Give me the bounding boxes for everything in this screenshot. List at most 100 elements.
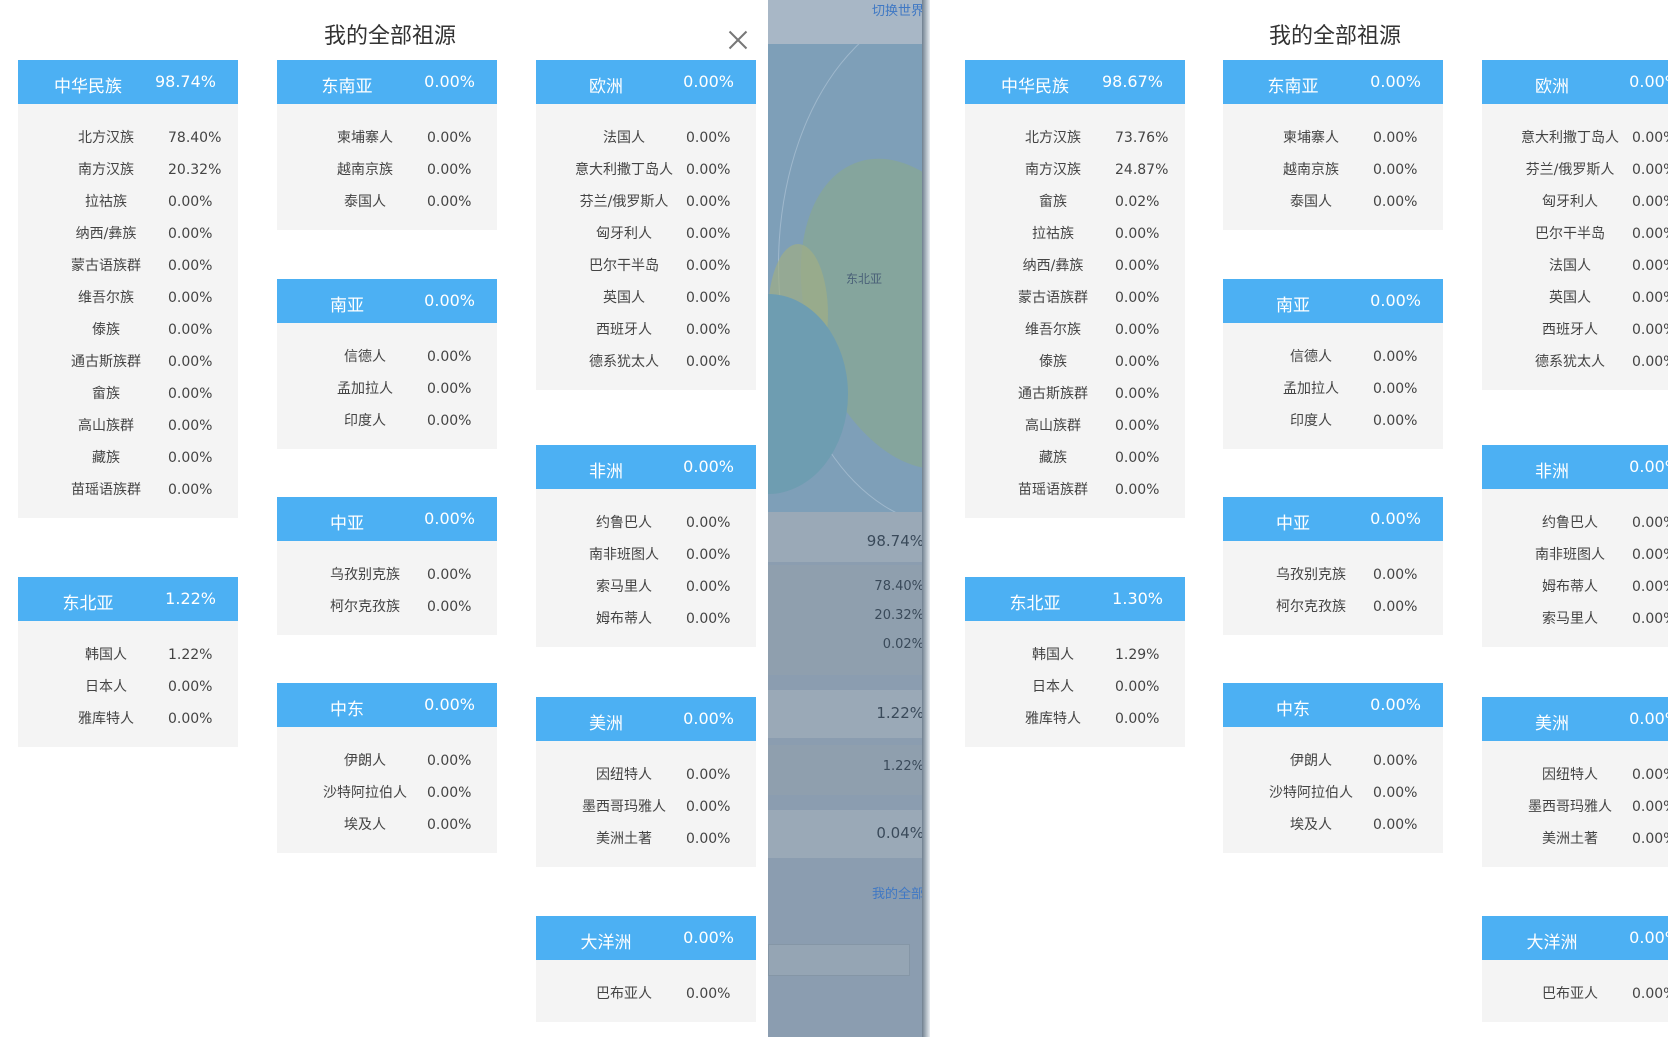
population-row: 韩国人 1.29%: [965, 639, 1185, 671]
region-card: 中东 0.00% 伊朗人 0.00% 沙特阿拉伯人 0.00% 埃及人 0.00%: [1223, 683, 1443, 853]
population-row: 英国人0.00%: [1482, 282, 1668, 314]
population-row: 孟加拉人 0.00%: [277, 373, 497, 405]
region-card-header[interactable]: 中亚 0.00%: [277, 497, 497, 541]
population-row: 墨西哥玛雅人0.00%: [536, 791, 756, 823]
population-percentage: 0.00%: [1632, 611, 1668, 627]
population-percentage: 0.00%: [1115, 226, 1160, 242]
region-card: 中亚 0.00% 乌孜别克族 0.00% 柯尔克孜族 0.00%: [277, 497, 497, 635]
population-row: 南方汉族 20.32%: [18, 154, 238, 186]
region-card-header[interactable]: 非洲 0.00%: [1482, 445, 1668, 489]
region-percentage: 0.00%: [683, 457, 734, 476]
region-card-header[interactable]: 非洲 0.00%: [536, 445, 756, 489]
region-card-header[interactable]: 中东 0.00%: [277, 683, 497, 727]
region-card: 中华民族 98.67% 北方汉族 73.76% 南方汉族 24.87% 畲族 0.02% 拉祜族…: [965, 60, 1185, 518]
population-percentage: 0.00%: [427, 381, 472, 397]
region-card-header[interactable]: 大洋洲 0.00%: [536, 916, 756, 960]
region-percentage: 0.00%: [683, 72, 734, 91]
region-card: 美洲 0.00% 因纽特人0.00%墨西哥玛雅人0.00%美洲土著0.00%: [1482, 697, 1668, 867]
population-row: 埃及人 0.00%: [277, 809, 497, 841]
region-card-header[interactable]: 大洋洲 0.00%: [1482, 916, 1668, 960]
region-percentage: 98.74%: [154, 72, 216, 91]
region-card-header[interactable]: 东北亚 1.22%: [18, 577, 238, 621]
population-percentage: 0.00%: [686, 986, 731, 1002]
population-row: 芬兰/俄罗斯人0.00%: [1482, 154, 1668, 186]
region-name: 大洋洲: [1526, 933, 1578, 953]
region-name: 中亚: [1276, 514, 1310, 534]
region-card-body: 因纽特人0.00%墨西哥玛雅人0.00%美洲土著0.00%: [1482, 741, 1668, 867]
population-percentage: 0.00%: [1115, 482, 1160, 498]
population-percentage: 24.87%: [1115, 162, 1169, 178]
region-name: 南亚: [1276, 296, 1310, 316]
region-percentage: 0.00%: [683, 709, 734, 728]
population-percentage: 0.00%: [1373, 785, 1418, 801]
background-map: 东北亚: [768, 44, 928, 512]
population-percentage: 0.00%: [686, 354, 731, 370]
region-card-body: 韩国人 1.29% 日本人 0.00% 雅库特人 0.00%: [965, 621, 1185, 747]
population-row: 伊朗人 0.00%: [277, 745, 497, 777]
population-row: 蒙古语族群 0.00%: [965, 282, 1185, 314]
population-percentage: 0.00%: [1632, 226, 1668, 242]
population-row: 西班牙人0.00%: [1482, 314, 1668, 346]
region-name: 美洲: [589, 714, 623, 734]
population-row: 索马里人0.00%: [1482, 603, 1668, 635]
region-card: 东南亚 0.00% 柬埔寨人 0.00% 越南京族 0.00% 泰国人 0.00%: [277, 60, 497, 230]
region-card-body: 乌孜别克族 0.00% 柯尔克孜族 0.00%: [277, 541, 497, 635]
population-row: 泰国人 0.00%: [1223, 186, 1443, 218]
population-row: 法国人0.00%: [1482, 250, 1668, 282]
population-row: 墨西哥玛雅人0.00%: [1482, 791, 1668, 823]
region-card-body: 北方汉族 78.40% 南方汉族 20.32% 拉祜族 0.00% 纳西/彝族 0.00% 蒙古…: [18, 104, 238, 518]
population-percentage: 0.00%: [168, 418, 213, 434]
region-name: 非洲: [1535, 462, 1569, 482]
population-row: 维吾尔族 0.00%: [18, 282, 238, 314]
background-row: 0.04%: [768, 810, 928, 858]
region-card-body: 柬埔寨人 0.00% 越南京族 0.00% 泰国人 0.00%: [277, 104, 497, 230]
region-card-header[interactable]: 欧洲 0.00%: [536, 60, 756, 104]
region-card: 中东 0.00% 伊朗人 0.00% 沙特阿拉伯人 0.00% 埃及人 0.00%: [277, 683, 497, 853]
panel-title: 我的全部祖源: [1268, 24, 1401, 49]
background-row: 1.22%: [768, 690, 928, 738]
region-name: 东南亚: [321, 77, 373, 97]
population-row: 柬埔寨人 0.00%: [277, 122, 497, 154]
region-card-header[interactable]: 中华民族 98.67%: [965, 60, 1185, 104]
close-icon[interactable]: [1660, 17, 1668, 63]
region-name: 美洲: [1535, 714, 1569, 734]
close-icon[interactable]: [715, 17, 761, 63]
region-percentage: 0.00%: [1629, 709, 1668, 728]
region-percentage: 1.30%: [1112, 589, 1163, 608]
region-card-header[interactable]: 南亚 0.00%: [1223, 279, 1443, 323]
population-row: 巴布亚人0.00%: [536, 978, 756, 1010]
region-card-header[interactable]: 中东 0.00%: [1223, 683, 1443, 727]
region-card-header[interactable]: 东南亚 0.00%: [1223, 60, 1443, 104]
region-percentage: 0.00%: [424, 509, 475, 528]
population-percentage: 0.00%: [1373, 130, 1418, 146]
population-row: 伊朗人 0.00%: [1223, 745, 1443, 777]
population-row: 德系犹太人0.00%: [536, 346, 756, 378]
region-percentage: 0.00%: [1370, 72, 1421, 91]
region-card: 东北亚 1.30% 韩国人 1.29% 日本人 0.00% 雅库特人 0.00%: [965, 577, 1185, 747]
region-percentage: 0.00%: [1370, 509, 1421, 528]
population-percentage: 0.00%: [1373, 413, 1418, 429]
region-card-header[interactable]: 南亚 0.00%: [277, 279, 497, 323]
population-row: 傣族 0.00%: [18, 314, 238, 346]
region-percentage: 0.00%: [424, 72, 475, 91]
region-card-header[interactable]: 欧洲 0.00%: [1482, 60, 1668, 104]
population-percentage: 0.00%: [686, 611, 731, 627]
population-percentage: 0.00%: [686, 799, 731, 815]
population-row: 匈牙利人0.00%: [536, 218, 756, 250]
background-page: 切换世界 东北亚 98.74% 78.40% 20.32% 0.02% 1.22…: [768, 0, 928, 1037]
population-row: 纳西/彝族 0.00%: [965, 250, 1185, 282]
region-card-header[interactable]: 东北亚 1.30%: [965, 577, 1185, 621]
population-row: 越南京族 0.00%: [277, 154, 497, 186]
region-name: 东北亚: [1009, 594, 1061, 614]
population-percentage: 0.00%: [1632, 194, 1668, 210]
region-card-header[interactable]: 中亚 0.00%: [1223, 497, 1443, 541]
region-card-header[interactable]: 美洲 0.00%: [1482, 697, 1668, 741]
region-card-header[interactable]: 中华民族 98.74%: [18, 60, 238, 104]
population-percentage: 0.00%: [1632, 322, 1668, 338]
region-card-header[interactable]: 美洲 0.00%: [536, 697, 756, 741]
population-row: 印度人 0.00%: [277, 405, 497, 437]
region-card-header[interactable]: 东南亚 0.00%: [277, 60, 497, 104]
region-card: 中华民族 98.74% 北方汉族 78.40% 南方汉族 20.32% 拉祜族 0.00% 纳西…: [18, 60, 238, 518]
population-row: 雅库特人 0.00%: [18, 703, 238, 735]
population-row: 通古斯族群 0.00%: [965, 378, 1185, 410]
